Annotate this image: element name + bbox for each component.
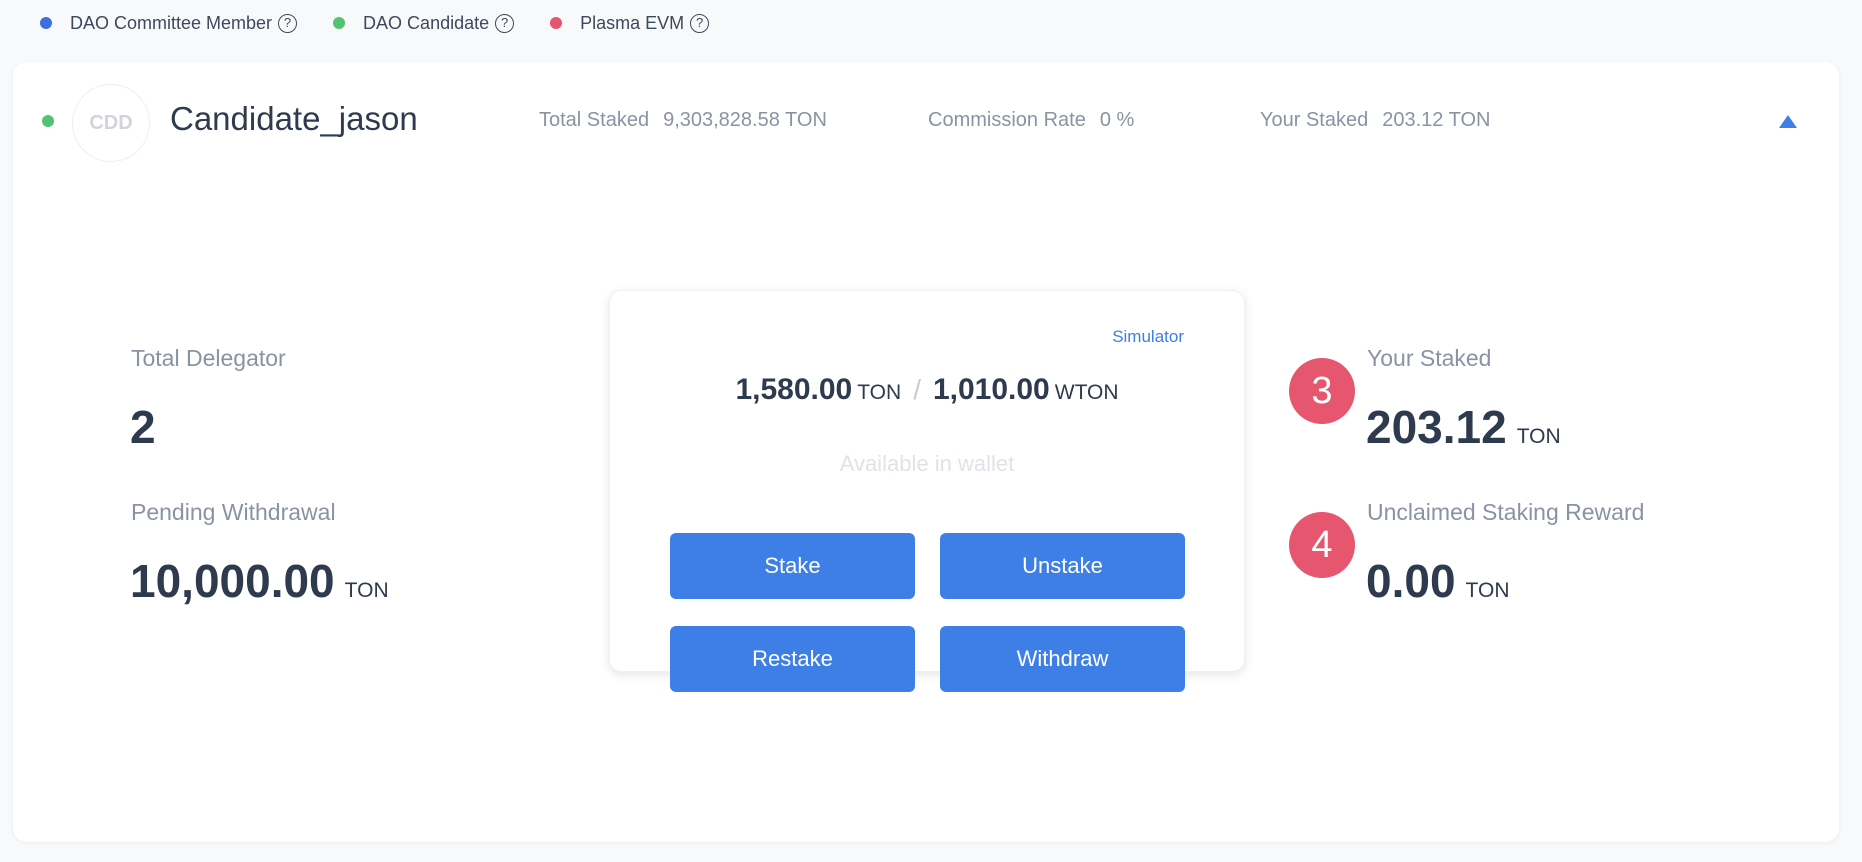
ton-unit: TON [857,381,902,404]
commission-rate-value: 0 % [1099,109,1135,131]
your-staked-metric-label: Your Staked [1367,345,1492,371]
available-in-wallet-label: Available in wallet [839,451,1015,476]
candidate-card: CDD Candidate_jason Total Staked 9,303,82… [13,62,1839,842]
blue-dot-icon [40,17,52,29]
wton-amount: 1,010.00 [932,373,1050,406]
withdraw-button[interactable]: Withdraw [940,626,1185,692]
unclaimed-reward-unit: TON [1465,579,1510,602]
total-staked-stat: Total Staked 9,303,828.58 TON [539,109,827,132]
your-staked-unit: TON [1516,425,1561,448]
legend: DAO Committee Member ? DAO Candidate ? P… [40,10,710,36]
restake-button[interactable]: Restake [670,626,915,692]
candidate-name: Candidate_jason [170,100,418,137]
commission-rate-label: Commission Rate [928,109,1086,131]
pending-withdrawal-unit: TON [344,579,389,602]
legend-label: Plasma EVM [580,12,685,33]
legend-item-dao-candidate: DAO Candidate ? [333,12,515,34]
pending-withdrawal-value: 10,000.00 TON [130,554,389,608]
wallet-balance: 1,580.00 TON / 1,010.00 WTON [610,373,1244,407]
unclaimed-reward-value: 0.00 TON [1366,554,1509,608]
red-dot-icon [550,17,563,29]
help-circle-icon[interactable]: ? [690,13,710,33]
unstake-button[interactable]: Unstake [940,533,1185,599]
your-staked-value: 203.12 TON [1382,109,1491,131]
status-dot-icon [42,115,54,127]
help-circle-icon[interactable]: ? [495,13,515,33]
simulator-link[interactable]: Simulator [1112,327,1184,347]
your-staked-label: Your Staked [1260,109,1369,131]
stake-button[interactable]: Stake [670,533,915,599]
unclaimed-reward-label: Unclaimed Staking Reward [1367,499,1645,525]
candidate-header-row[interactable]: CDD Candidate_jason Total Staked 9,303,82… [13,62,1839,182]
annotation-badge-3: 3 [1289,358,1355,424]
balance-separator: / [913,374,921,405]
total-delegator-value: 2 [130,401,156,453]
legend-label: DAO Candidate [363,12,490,33]
unclaimed-reward-amount: 0.00 [1366,555,1456,607]
green-dot-icon [333,17,346,29]
avatar: CDD [72,84,150,162]
your-staked-stat: Your Staked 203.12 TON [1260,109,1490,132]
legend-item-dao-committee-member: DAO Committee Member ? [40,12,298,34]
legend-item-plasma-evm: Plasma EVM ? [550,12,710,34]
wallet-panel: Simulator 1,580.00 TON / 1,010.00 WTON Avail… [609,290,1245,692]
ton-amount: 1,580.00 [735,373,853,406]
annotation-badge-4: 4 [1289,512,1355,578]
your-staked-metric-value: 203.12 TON [1366,400,1561,454]
pending-withdrawal-amount: 10,000.00 [130,555,335,607]
total-staked-value: 9,303,828.58 TON [663,109,827,131]
help-circle-icon[interactable]: ? [278,13,298,33]
pending-withdrawal-label: Pending Withdrawal [131,499,336,525]
commission-rate-stat: Commission Rate 0 % [928,109,1134,132]
chevron-up-icon[interactable] [1779,115,1797,128]
total-delegator-label: Total Delegator [131,345,286,371]
your-staked-amount: 203.12 [1366,401,1507,453]
legend-label: DAO Committee Member [70,12,273,33]
total-staked-label: Total Staked [539,109,650,131]
wton-unit: WTON [1054,381,1119,404]
